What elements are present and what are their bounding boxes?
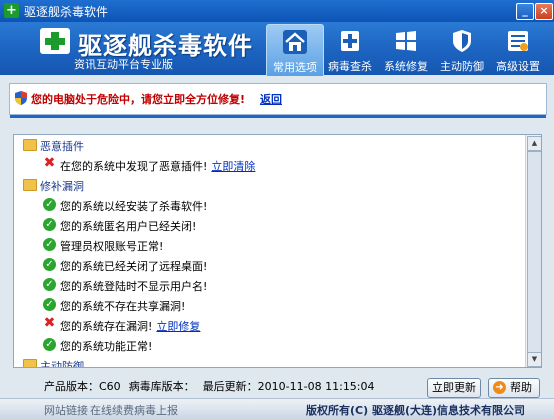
scan-results-panel: 恶意插件 ✖ 在您的系统中发现了恶意插件! 立即清除 修补漏洞 ✓ 您的系统以经安… [13,134,542,368]
warning-shield-icon [15,91,27,105]
list-item: ✖ 您的系统存在漏洞! 立即修复 [14,315,526,335]
tab-active-defense[interactable]: 主动防御 [434,24,490,75]
category-label: 恶意插件 [40,140,84,153]
version-status: 产品版本：C60 病毒库版本： 最后更新：2010-11-08 11:15:04 [44,378,383,394]
copyright-text: 版权所有(C) 驱逐舰(大连)信息技术有限公司 [306,404,526,417]
db-version: 病毒库版本： [128,380,195,393]
tab-system-repair[interactable]: 系统修复 [378,24,434,75]
tab-label: 主动防御 [440,60,484,73]
list-item: ✓ 您的系统已经关闭了远程桌面! [14,255,526,275]
item-text: 您的系统存在漏洞! 立即修复 [60,320,201,333]
alert-message: 您的电脑处于危险中，请您立即全方位修复! [31,93,246,106]
check-icon: ✓ [43,278,56,291]
error-x-icon: ✖ [43,155,56,171]
footer-bar: 网站链接 在线续费 病毒上报 版权所有(C) 驱逐舰(大连)信息技术有限公司 [0,398,554,419]
footer-link-report[interactable]: 病毒上报 [134,402,178,418]
category-label: 修补漏洞 [40,180,84,193]
scroll-thumb[interactable] [527,151,541,353]
help-button[interactable]: ➜ 帮助 [488,378,540,398]
alert-bar: 您的电脑处于危险中，请您立即全方位修复! 返回 [9,83,547,118]
list-item: ✓ 您的系统不存在共享漏洞! [14,295,526,315]
item-text: 您的系统不存在共享漏洞! [60,300,186,313]
folder-icon [23,139,37,151]
check-icon: ✓ [43,218,56,231]
check-icon: ✓ [43,258,56,271]
last-update: 最后更新：2010-11-08 11:15:04 [202,380,375,393]
progress-divider [10,115,546,118]
item-text: 您的系统匿名用户已经关闭! [60,220,197,233]
medkit-icon [341,31,359,51]
category-label: 主动防御 [40,360,84,367]
minimize-button[interactable]: _ [516,3,534,20]
item-text: 您的系统以经安装了杀毒软件! [60,200,208,213]
help-arrow-icon: ➜ [493,381,506,394]
scroll-down-icon[interactable]: ▼ [527,352,541,367]
title-bar[interactable]: + 驱逐舰杀毒软件 _ × [0,0,554,22]
shield-icon [453,30,471,52]
check-icon: ✓ [43,298,56,311]
list-item: ✓ 管理员权限账号正常! [14,235,526,255]
clear-now-link[interactable]: 立即清除 [211,160,255,173]
footer-link-website[interactable]: 网站链接 [44,402,88,418]
category-vuln[interactable]: 修补漏洞 [14,175,526,195]
list-item-malware: ✖ 在您的系统中发现了恶意插件! 立即清除 [14,155,526,175]
window-title: 驱逐舰杀毒软件 [24,5,109,19]
error-x-icon: ✖ [43,315,56,331]
item-text: 您的系统已经关闭了远程桌面! [60,260,208,273]
update-now-button[interactable]: 立即更新 [427,378,481,398]
windows-icon [396,31,416,51]
settings-icon [508,31,528,51]
back-link[interactable]: 返回 [260,91,282,107]
item-text: 您的系统功能正常! [60,340,153,353]
scroll-up-icon[interactable]: ▲ [527,136,541,151]
tab-common-options[interactable]: 常用选项 [266,24,324,76]
header-band: 驱逐舰杀毒软件 资讯互动平台专业版 常用选项 病毒查杀 系统修复 主动防御 高级… [0,22,554,76]
tab-label: 病毒查杀 [328,60,372,73]
tab-label: 系统修复 [384,60,428,73]
tab-advanced-settings[interactable]: 高级设置 [490,24,546,75]
logo-cross-icon [40,28,70,54]
results-list: 恶意插件 ✖ 在您的系统中发现了恶意插件! 立即清除 修补漏洞 ✓ 您的系统以经安… [14,135,526,367]
category-malware[interactable]: 恶意插件 [14,135,526,155]
home-icon [283,30,307,54]
tab-virus-scan[interactable]: 病毒查杀 [322,24,378,75]
list-item: ✓ 您的系统以经安装了杀毒软件! [14,195,526,215]
category-defense[interactable]: 主动防御 [14,355,526,367]
item-text: 您的系统登陆时不显示用户名! [60,280,208,293]
app-icon: + [4,3,19,18]
footer-link-renew[interactable]: 在线续费 [90,402,134,418]
vertical-scrollbar[interactable]: ▲ ▼ [525,135,541,367]
folder-icon [23,179,37,191]
list-item: ✓ 您的系统匿名用户已经关闭! [14,215,526,235]
tab-label: 常用选项 [273,61,317,74]
help-label: 帮助 [510,381,532,394]
product-version: 产品版本：C60 [44,380,121,393]
app-window: + 驱逐舰杀毒软件 _ × 驱逐舰杀毒软件 资讯互动平台专业版 常用选项 病毒查… [0,0,554,419]
check-icon: ✓ [43,198,56,211]
folder-icon [23,359,37,367]
check-icon: ✓ [43,238,56,251]
check-icon: ✓ [43,338,56,351]
fix-now-link[interactable]: 立即修复 [156,320,200,333]
item-text: 管理员权限账号正常! [60,240,164,253]
list-item: ✓ 您的系统功能正常! [14,335,526,355]
brand-subtitle: 资讯互动平台专业版 [74,58,173,71]
list-item: ✓ 您的系统登陆时不显示用户名! [14,275,526,295]
close-button[interactable]: × [535,3,553,20]
item-text: 在您的系统中发现了恶意插件! 立即清除 [60,160,256,173]
tab-label: 高级设置 [496,60,540,73]
